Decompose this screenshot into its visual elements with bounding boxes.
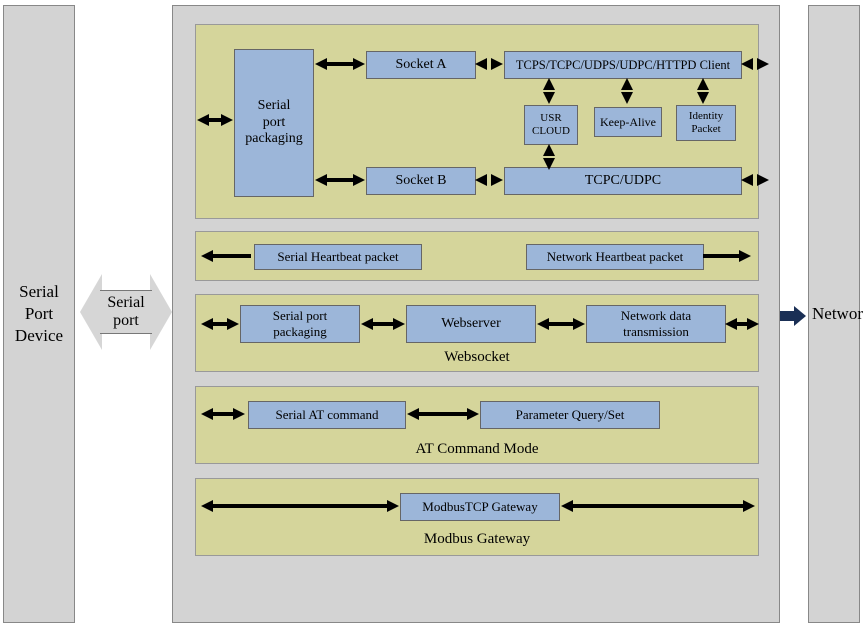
arrow-bar: [213, 322, 227, 326]
box-network-heartbeat: Network Heartbeat packet: [526, 244, 704, 270]
arrow-bar: [573, 504, 743, 508]
network-label: Network: [812, 304, 863, 324]
arrow-icon: [361, 318, 373, 330]
arrow-icon: [353, 174, 365, 186]
arrow-icon: [491, 58, 503, 70]
label-at-command: AT Command Mode: [196, 441, 758, 458]
arrow-icon: [491, 174, 503, 186]
arrow-icon: [757, 58, 769, 70]
box-socket-a: Socket A: [366, 51, 476, 79]
arrow-bar: [419, 412, 467, 416]
arrow-icon: [387, 500, 399, 512]
section-modbus: ModbusTCP Gateway Modbus Gateway: [195, 478, 759, 556]
arrow-icon: [543, 92, 555, 104]
arrow-icon: [201, 250, 213, 262]
arrow-icon: [741, 58, 753, 70]
arrow-bar: [213, 504, 387, 508]
arrow-icon: [741, 174, 753, 186]
arrow-icon: [739, 250, 751, 262]
arrow-icon: [621, 78, 633, 90]
section-websocket: Serial port packaging Webserver Network …: [195, 294, 759, 372]
arrow-icon: [757, 174, 769, 186]
arrow-icon: [201, 318, 213, 330]
arrow-icon: [227, 318, 239, 330]
box-socket-b: Socket B: [366, 167, 476, 195]
arrow-bar: [327, 178, 353, 182]
box-identity-packet: Identity Packet: [676, 105, 736, 141]
arrow-icon: [573, 318, 585, 330]
box-webserver: Webserver: [406, 305, 536, 343]
arrow-icon: [393, 318, 405, 330]
arrow-bar: [327, 62, 353, 66]
arrow-icon: [697, 78, 709, 90]
arrow-icon: [543, 144, 555, 156]
box-param-query: Parameter Query/Set: [480, 401, 660, 429]
box-modbus-gateway: ModbusTCP Gateway: [400, 493, 560, 521]
box-serial-heartbeat: Serial Heartbeat packet: [254, 244, 422, 270]
arrow-icon: [467, 408, 479, 420]
serial-port-device-label: Serial Port Device: [15, 281, 63, 347]
arrow-bar: [213, 412, 233, 416]
arrow-icon: [725, 318, 737, 330]
arrow-bar: [213, 254, 251, 258]
serial-port-arrow: Serial port: [80, 274, 172, 350]
arrow-icon: [621, 92, 633, 104]
label-websocket: Websocket: [196, 349, 758, 366]
arrow-icon: [543, 78, 555, 90]
arrow-icon: [197, 114, 209, 126]
section-sockets: Serial port packaging Socket A Socket B …: [195, 24, 759, 219]
box-usr-cloud: USR CLOUD: [524, 105, 578, 145]
arrow-icon: [407, 408, 419, 420]
box-network-data: Network data transmission: [586, 305, 726, 343]
serial-port-arrow-label: Serial port: [107, 294, 144, 330]
box-serial-port-packaging: Serial port packaging: [234, 49, 314, 197]
serial-port-device-panel: Serial Port Device: [3, 5, 75, 623]
arrow-icon: [561, 500, 573, 512]
arrow-icon: [747, 318, 759, 330]
arrow-icon: [475, 174, 487, 186]
arrow-icon: [201, 500, 213, 512]
arrow-icon: [543, 158, 555, 170]
box-ws-serial-packaging: Serial port packaging: [240, 305, 360, 343]
arrow-icon: [537, 318, 549, 330]
arrow-bar: [737, 322, 747, 326]
arrow-icon: [353, 58, 365, 70]
arrow-icon: [315, 58, 327, 70]
arrow-icon: [233, 408, 245, 420]
label-modbus: Modbus Gateway: [196, 531, 758, 548]
box-protocols: TCPS/TCPC/UDPS/UDPC/HTTPD Client: [504, 51, 742, 79]
section-at-command: Serial AT command Parameter Query/Set AT…: [195, 386, 759, 464]
box-keep-alive: Keep-Alive: [594, 107, 662, 137]
arrow-bar: [549, 322, 573, 326]
arrow-bar: [703, 254, 739, 258]
arrow-bar: [373, 322, 393, 326]
arrow-icon: [315, 174, 327, 186]
box-serial-at: Serial AT command: [248, 401, 406, 429]
arrow-icon: [221, 114, 233, 126]
section-heartbeat: Serial Heartbeat packet Network Heartbea…: [195, 231, 759, 281]
main-frame: Serial port packaging Socket A Socket B …: [172, 5, 780, 623]
arrow-icon: [201, 408, 213, 420]
arrow-icon: [743, 500, 755, 512]
box-tcpc-udpc: TCPC/UDPC: [504, 167, 742, 195]
arrow-icon: [475, 58, 487, 70]
arrow-icon: [697, 92, 709, 104]
